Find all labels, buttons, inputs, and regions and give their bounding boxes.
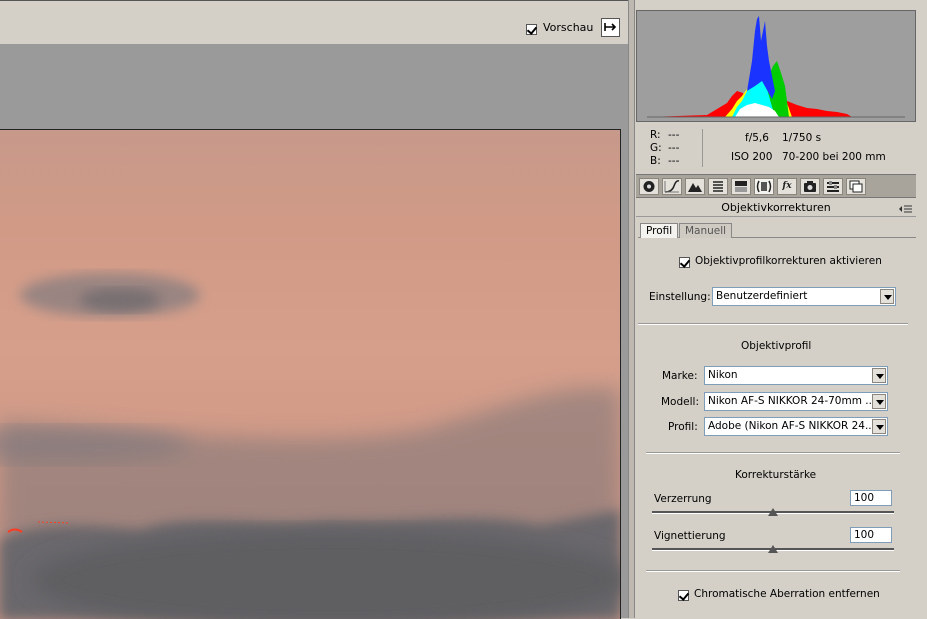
hsl-icon[interactable] bbox=[708, 178, 728, 195]
lens-profile-heading: Objektivprofil bbox=[741, 340, 812, 352]
vignetting-slider-thumb[interactable] bbox=[768, 545, 778, 553]
enable-profile-label: Objektivprofilkorrekturen aktivieren bbox=[695, 255, 882, 267]
checkbox-check-icon bbox=[678, 589, 689, 601]
strength-heading: Korrekturstärke bbox=[735, 469, 817, 481]
setting-value: Benutzerdefiniert bbox=[716, 290, 808, 302]
panel-divider[interactable] bbox=[628, 0, 635, 618]
model-dropdown[interactable]: Nikon AF-S NIKKOR 24-70mm ... bbox=[704, 392, 888, 411]
chevron-down-icon bbox=[872, 368, 886, 383]
vignetting-value: 100 bbox=[854, 529, 875, 541]
chromatic-aberration-checkbox[interactable] bbox=[678, 588, 689, 601]
distortion-value-field[interactable]: 100 bbox=[850, 490, 892, 506]
camera-calibration-icon[interactable] bbox=[800, 178, 820, 195]
snapshots-icon[interactable] bbox=[846, 178, 866, 195]
make-label: Marke: bbox=[662, 370, 698, 382]
vignetting-label: Vignettierung bbox=[654, 530, 726, 542]
section-title: Objektivkorrekturen bbox=[721, 201, 831, 214]
presets-icon[interactable] bbox=[823, 178, 843, 195]
separator bbox=[646, 570, 900, 572]
model-label: Modell: bbox=[661, 396, 699, 408]
enable-profile-checkbox[interactable] bbox=[679, 255, 690, 268]
photo-preview[interactable] bbox=[0, 129, 621, 619]
split-toning-icon[interactable] bbox=[731, 178, 751, 195]
checkbox-check-icon bbox=[679, 256, 690, 268]
distortion-value: 100 bbox=[854, 492, 875, 504]
iso-value: ISO 200 bbox=[731, 151, 773, 163]
setting-dropdown[interactable]: Benutzerdefiniert bbox=[712, 287, 896, 306]
panel-toggle-icon[interactable] bbox=[601, 18, 620, 37]
lens-value: 70-200 bei 200 mm bbox=[782, 151, 886, 163]
g-value: --- bbox=[668, 142, 680, 154]
metadata-divider bbox=[702, 129, 703, 167]
make-dropdown[interactable]: Nikon bbox=[704, 366, 888, 385]
preview-label: Vorschau bbox=[543, 21, 594, 34]
section-header: Objektivkorrekturen bbox=[636, 199, 916, 217]
vignetting-value-field[interactable]: 100 bbox=[850, 527, 892, 543]
histogram bbox=[636, 10, 916, 122]
r-label: R: bbox=[650, 129, 661, 141]
r-value: --- bbox=[668, 129, 680, 141]
detail-icon[interactable] bbox=[685, 178, 705, 195]
b-value: --- bbox=[668, 155, 680, 167]
top-toolbar: Vorschau bbox=[0, 0, 628, 45]
aperture-value: f/5,6 bbox=[745, 132, 769, 144]
model-value: Nikon AF-S NIKKOR 24-70mm ... bbox=[708, 395, 876, 407]
tab-profile-label: Profil bbox=[646, 225, 673, 237]
adjustment-tabs: fx bbox=[636, 174, 916, 198]
profile-value: Adobe (Nikon AF-S NIKKOR 24... bbox=[708, 420, 875, 432]
tab-profile[interactable]: Profil bbox=[640, 223, 679, 238]
distortion-slider-thumb[interactable] bbox=[768, 508, 778, 516]
lens-corrections-icon[interactable] bbox=[754, 178, 774, 195]
make-value: Nikon bbox=[708, 369, 738, 381]
g-label: G: bbox=[650, 142, 662, 154]
preview-checkbox[interactable] bbox=[526, 22, 537, 35]
chevron-down-icon bbox=[880, 289, 894, 304]
setting-label: Einstellung: bbox=[649, 291, 711, 303]
shutter-value: 1/750 s bbox=[782, 132, 822, 144]
fx-icon[interactable]: fx bbox=[777, 178, 797, 195]
separator bbox=[646, 452, 900, 454]
basic-aperture-icon[interactable] bbox=[639, 178, 659, 195]
tone-curve-icon[interactable] bbox=[662, 178, 682, 195]
profile-dropdown[interactable]: Adobe (Nikon AF-S NIKKOR 24... bbox=[704, 417, 888, 436]
b-label: B: bbox=[650, 155, 661, 167]
checkbox-check-icon bbox=[526, 23, 537, 35]
panel-menu-icon[interactable] bbox=[899, 203, 913, 213]
tab-manual[interactable]: Manuell bbox=[679, 223, 733, 238]
chromatic-aberration-label: Chromatische Aberration entfernen bbox=[694, 588, 880, 600]
chevron-down-icon bbox=[872, 419, 886, 434]
tab-manual-label: Manuell bbox=[685, 225, 727, 237]
separator bbox=[638, 323, 908, 325]
chevron-down-icon bbox=[872, 394, 886, 409]
profile-label: Profil: bbox=[668, 421, 698, 433]
distortion-label: Verzerrung bbox=[654, 493, 712, 505]
